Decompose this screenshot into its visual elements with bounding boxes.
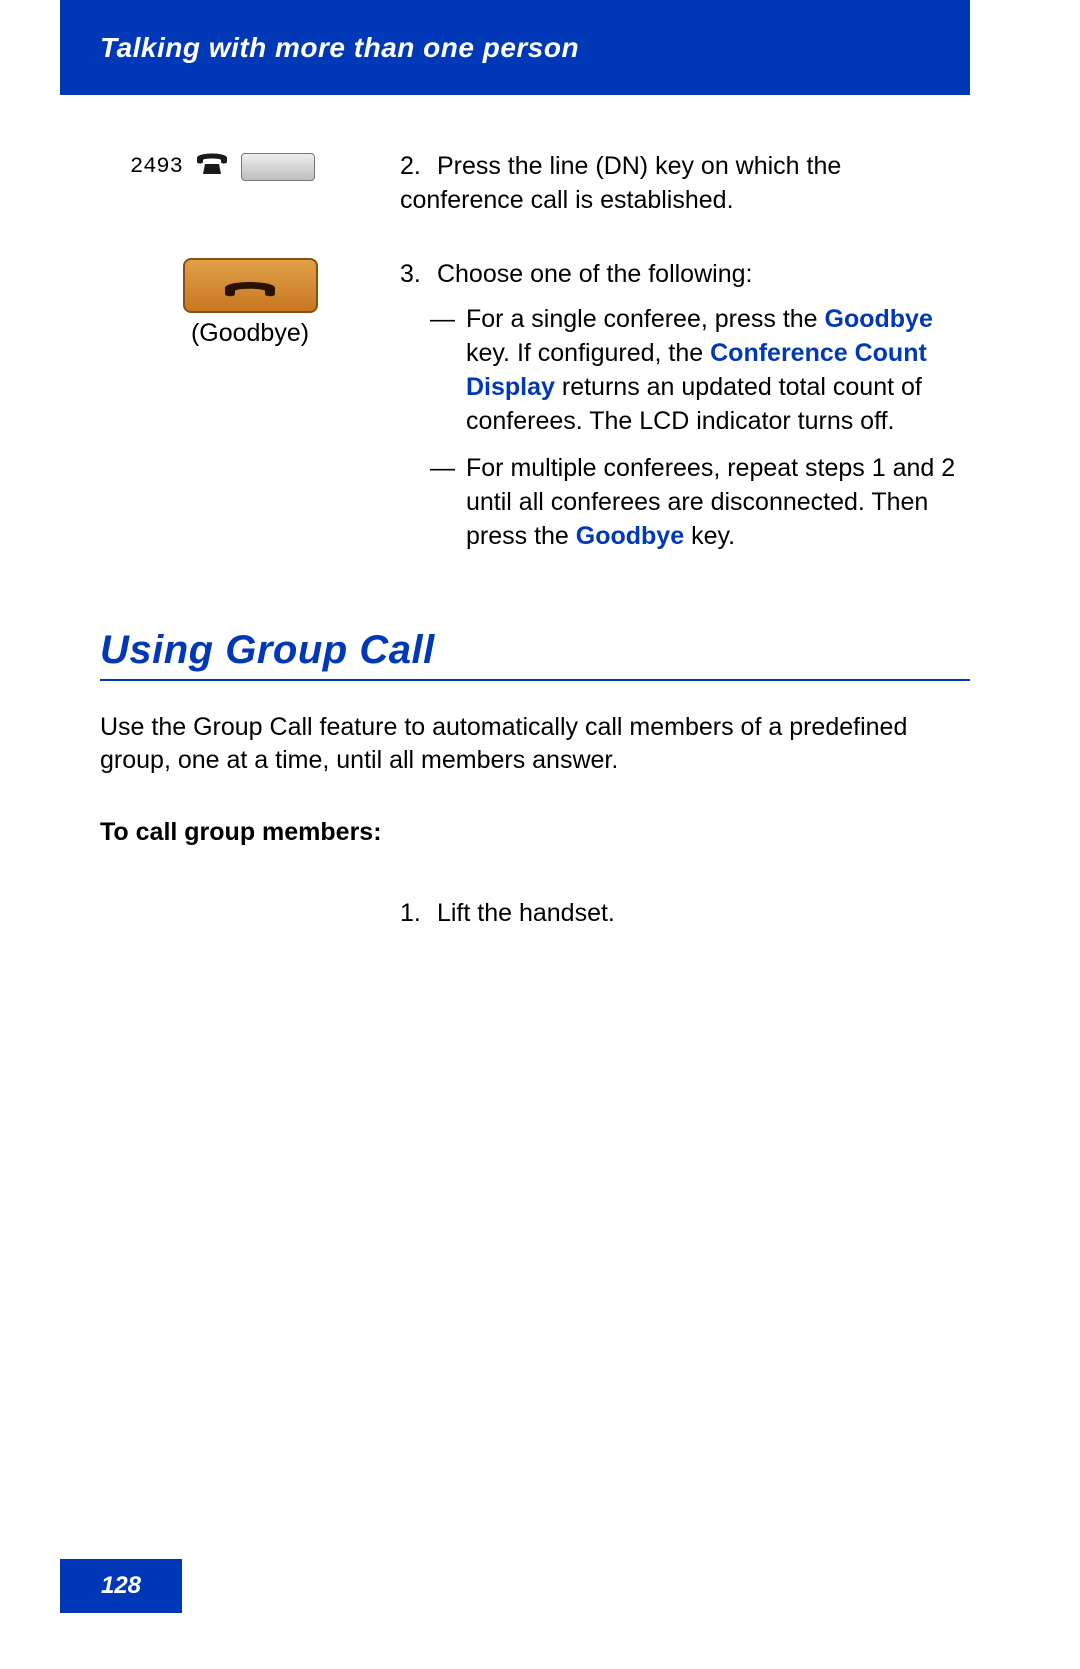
page-content: 2493 2. Press the line (DN) key on which…	[100, 150, 970, 931]
step-3-bullets: — For a single conferee, press the Goodb…	[400, 303, 970, 553]
manual-page: Talking with more than one person 2493	[0, 0, 1080, 1669]
bullet-2-post: key.	[684, 522, 735, 550]
step-3-row: (Goodbye) 3. Choose one of the following…	[100, 258, 970, 568]
step-2-icon-col: 2493	[100, 150, 400, 218]
step-2-body: Press the line (DN) key on which the con…	[400, 152, 841, 214]
step-3-number: 3.	[400, 258, 430, 292]
page-number: 128	[101, 1572, 141, 1600]
step-3-icon-col: (Goodbye)	[100, 258, 400, 568]
section-heading-using-group-call: Using Group Call	[100, 628, 970, 681]
group-step-1-text: 1. Lift the handset.	[400, 897, 970, 931]
bullet-2-text: For multiple conferees, repeat steps 1 a…	[466, 452, 970, 553]
page-header-bar: Talking with more than one person	[60, 0, 970, 95]
goodbye-keyword: Goodbye	[825, 305, 933, 333]
section-intro: Use the Group Call feature to automatica…	[100, 711, 970, 779]
group-step-1-icon-col	[100, 897, 400, 931]
handset-down-icon	[220, 270, 280, 300]
bullet-2: — For multiple conferees, repeat steps 1…	[400, 452, 970, 553]
subheading-to-call-group-members: To call group members:	[100, 818, 970, 847]
step-2-row: 2493 2. Press the line (DN) key on which…	[100, 150, 970, 218]
soft-key-icon	[241, 153, 315, 181]
bullet-1-pre: For a single conferee, press the	[466, 305, 825, 333]
line-dn-key-graphic: 2493	[100, 150, 400, 183]
page-header-title: Talking with more than one person	[100, 32, 579, 64]
group-step-1-number: 1.	[400, 897, 430, 931]
group-call-steps: 1. Lift the handset.	[100, 897, 970, 931]
group-step-1-row: 1. Lift the handset.	[100, 897, 970, 931]
step-3-intro: Choose one of the following:	[437, 260, 753, 288]
bullet-1-mid: key. If configured, the	[466, 339, 710, 367]
page-footer-bar: 128	[60, 1559, 182, 1613]
dash-icon: —	[430, 303, 466, 438]
step-2-number: 2.	[400, 150, 430, 184]
goodbye-button-graphic	[183, 258, 318, 313]
step-2-text: 2. Press the line (DN) key on which the …	[400, 150, 970, 218]
goodbye-keyword: Goodbye	[576, 522, 684, 550]
dash-icon: —	[430, 452, 466, 553]
bullet-1-text: For a single conferee, press the Goodbye…	[466, 303, 970, 438]
step-3-text: 3. Choose one of the following: — For a …	[400, 258, 970, 568]
bullet-1: — For a single conferee, press the Goodb…	[400, 303, 970, 438]
group-step-1-body: Lift the handset.	[437, 899, 615, 927]
goodbye-label: (Goodbye)	[100, 319, 400, 348]
phone-icon	[195, 150, 229, 183]
dn-number: 2493	[130, 154, 183, 179]
